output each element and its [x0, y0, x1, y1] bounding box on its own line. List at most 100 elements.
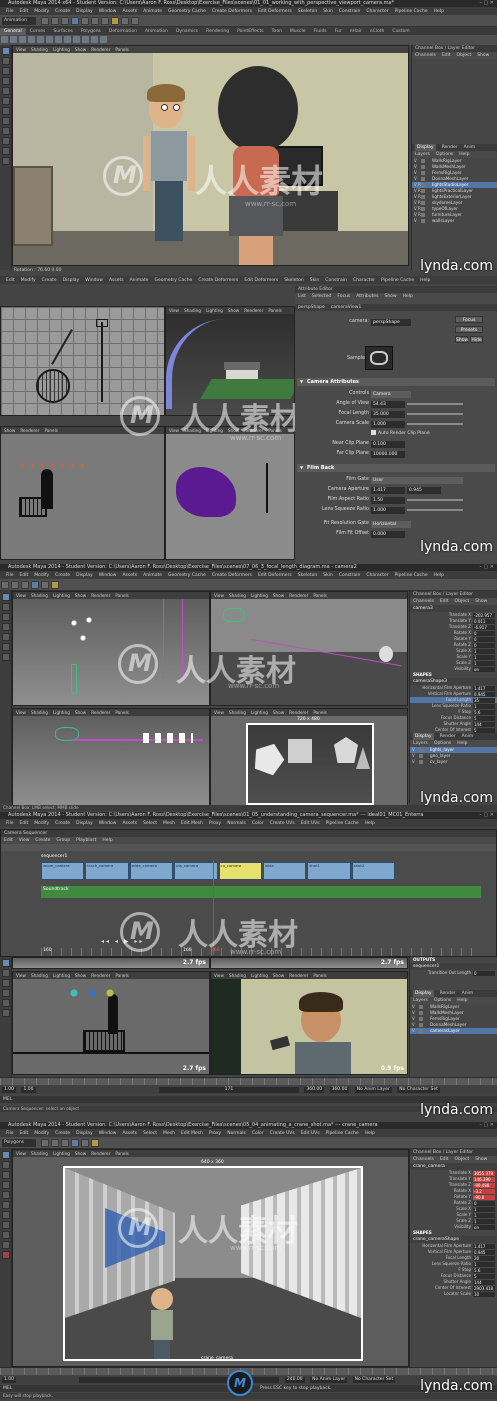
menu-item[interactable]: Constrain	[339, 572, 361, 579]
transition-out-row[interactable]: Transition Out Length 0	[410, 970, 497, 976]
layer-menu-item[interactable]: Layers	[415, 151, 430, 158]
attr-value[interactable]: 1	[473, 1212, 495, 1218]
viewport-menu-item[interactable]: View	[16, 46, 26, 53]
save-scene-icon[interactable]	[60, 1139, 69, 1147]
menu-item[interactable]: Display	[76, 820, 93, 827]
viewport-menu-item[interactable]: Renderer	[91, 1150, 110, 1157]
menu-item[interactable]: Normals	[227, 1130, 246, 1137]
shelf-tab[interactable]: Toon	[268, 28, 286, 35]
lower-right-viewport[interactable]: View Shading Lighting Show Renderer Panels 0.…	[210, 971, 408, 1075]
layer-menu-item[interactable]: Help	[457, 997, 467, 1004]
menu-item[interactable]: Edit	[20, 572, 29, 579]
soundtrack-bar[interactable]: Soundtrack	[41, 886, 481, 898]
shelf-icon[interactable]	[91, 36, 98, 43]
menu-item[interactable]: Create Deformers	[198, 277, 238, 284]
layer-menu-item[interactable]: Options	[434, 740, 451, 747]
menu-item[interactable]: Help	[365, 820, 375, 827]
command-line[interactable]: MEL	[0, 1096, 497, 1103]
manipulator-icon[interactable]	[2, 107, 10, 115]
attr-value[interactable]: 1	[473, 1218, 495, 1224]
new-scene-icon[interactable]	[1, 581, 9, 589]
menu-item[interactable]: Help	[434, 8, 444, 15]
layer-tab[interactable]: Display	[413, 733, 434, 740]
layer-tab[interactable]: Anim	[464, 144, 476, 151]
viewport-menu-item[interactable]: Lighting	[53, 972, 70, 979]
menu-item[interactable]: Skin	[323, 8, 333, 15]
sequencer-shot[interactable]: wide_camera	[129, 862, 174, 880]
window-controls[interactable]: – ▢ ✕	[479, 1122, 494, 1129]
viewport-menu-item[interactable]: Shading	[31, 972, 48, 979]
layer-color-swatch[interactable]	[421, 207, 425, 211]
sequencer-menu-item[interactable]: Playblast	[76, 837, 96, 844]
camera-attributes-section[interactable]: Camera Attributes	[297, 378, 495, 386]
sequencer-menu-item[interactable]: Create	[35, 837, 50, 844]
viewport-menu-item[interactable]: Panels	[115, 1150, 128, 1157]
controls-dropdown[interactable]: Camera	[371, 390, 411, 398]
fit-resolution-gate-dropdown[interactable]: Horizontal	[371, 520, 411, 528]
viewport-menu-item[interactable]: Show	[4, 427, 15, 434]
attr-value[interactable]: 1	[473, 648, 495, 654]
menu-item[interactable]: Pipeline Cache	[381, 277, 414, 284]
attr-value[interactable]: 1.417	[473, 685, 495, 691]
viewport-menu-item[interactable]: Show	[273, 709, 284, 716]
viewport-menu-item[interactable]: Panels	[268, 307, 281, 314]
channel-box-tab[interactable]: Object	[455, 598, 470, 605]
viewport-menu-item[interactable]: Lighting	[53, 709, 70, 716]
layout-four-icon[interactable]	[2, 137, 10, 145]
lens-squeeze-slider[interactable]	[407, 509, 463, 511]
select-tool-icon[interactable]	[2, 593, 10, 601]
show-button[interactable]: Show	[455, 336, 468, 343]
viewport-menu-item[interactable]: Shading	[229, 709, 246, 716]
scale-tool-icon[interactable]	[2, 999, 10, 1007]
layer-row[interactable]: VwallsLayer	[412, 218, 497, 224]
menu-item[interactable]: File	[6, 572, 14, 579]
shelf-tab[interactable]: Surfaces	[49, 28, 77, 35]
viewport-menu-item[interactable]: Show	[75, 709, 86, 716]
menu-item[interactable]: Assets	[122, 1130, 137, 1137]
viewport-menu-item[interactable]: Panels	[268, 427, 281, 434]
menu-item[interactable]: File	[6, 820, 14, 827]
shelf-icon[interactable]	[73, 36, 80, 43]
attr-value[interactable]: 1	[473, 654, 495, 660]
viewport-menu-item[interactable]: Panels	[115, 592, 128, 599]
attribute-editor-tab[interactable]: cameraView1	[331, 304, 362, 311]
sequencer-shot[interactable]: track_camera	[85, 862, 129, 880]
rotate-tool-icon[interactable]	[2, 1181, 10, 1189]
upper-right-viewport[interactable]: 2.7 fps	[210, 957, 408, 969]
render-icon[interactable]	[51, 581, 59, 589]
angle-of-view-field[interactable]: 54.43	[371, 400, 405, 408]
attr-value[interactable]: 0.945	[473, 691, 495, 697]
attr-value[interactable]: 144	[473, 1279, 495, 1285]
attr-value[interactable]: 5.6	[473, 1267, 495, 1273]
near-clip-field[interactable]: 0.100	[371, 440, 405, 448]
layout-persp-graph-icon[interactable]	[2, 157, 10, 165]
menu-item[interactable]: Mesh	[163, 1130, 175, 1137]
layer-tab[interactable]: Render	[440, 990, 456, 997]
viewport-menu-item[interactable]: Show	[75, 1150, 86, 1157]
window-controls[interactable]: – ▢ ✕	[479, 564, 494, 571]
viewport-menu-item[interactable]: Renderer	[20, 427, 39, 434]
channel-attr-row[interactable]: Visibility on	[410, 1224, 497, 1230]
menu-item[interactable]: Pipeline Cache	[395, 8, 428, 15]
menu-item[interactable]: Create	[55, 8, 70, 15]
menu-item[interactable]: Modify	[21, 277, 36, 284]
attr-value[interactable]: 20	[473, 1255, 495, 1261]
sequencer-playback-controls[interactable]: ◂◂ ◂ ▶ ▸▸	[101, 938, 144, 945]
layer-menu-item[interactable]: Layers	[413, 740, 428, 747]
layer-color-swatch[interactable]	[419, 1029, 423, 1033]
menu-item[interactable]: Skeleton	[298, 572, 317, 579]
viewport-menu-item[interactable]: Shading	[31, 46, 48, 53]
menu-item[interactable]: Character	[366, 8, 388, 15]
sequencer-shot[interactable]: shot2	[351, 862, 395, 880]
menu-item[interactable]: Normals	[227, 820, 246, 827]
viewport-menu-item[interactable]: Shading	[31, 709, 48, 716]
shelf-tab[interactable]: Fur	[331, 28, 346, 35]
shelf-tab[interactable]: Dynamics	[172, 28, 202, 35]
viewport-menu-item[interactable]: Renderer	[244, 427, 263, 434]
layer-row[interactable]: VcamerasLayer	[410, 1028, 497, 1034]
shelf-icon[interactable]	[1, 36, 8, 43]
move-tool-icon[interactable]	[2, 1171, 10, 1179]
layer-menu-item[interactable]: Layers	[413, 997, 428, 1004]
layer-color-swatch[interactable]	[421, 177, 425, 181]
viewport-menu-item[interactable]: View	[169, 427, 179, 434]
